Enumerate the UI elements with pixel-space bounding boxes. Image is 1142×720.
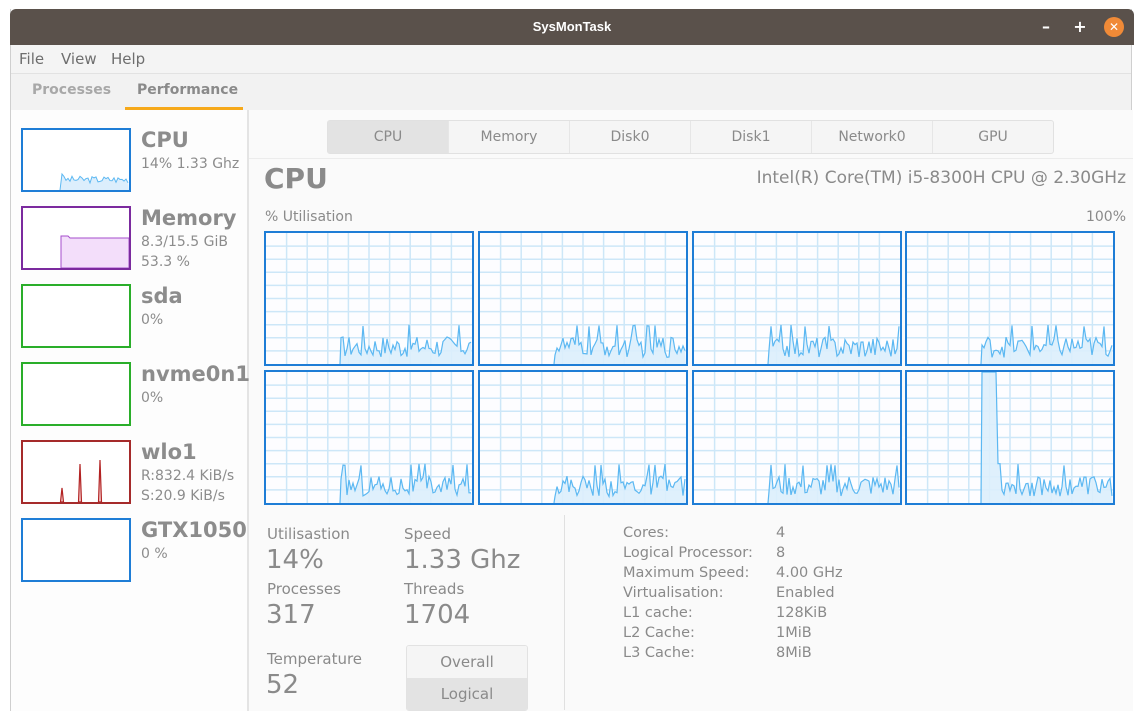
- info-value: 4: [776, 525, 786, 541]
- device-name: Memory: [141, 206, 237, 230]
- menu-file[interactable]: File: [19, 50, 44, 68]
- core-graph: [478, 231, 688, 366]
- device-name: nvme0n1: [141, 362, 250, 386]
- info-value: Enabled: [776, 585, 835, 601]
- device-name: GTX1050: [141, 518, 247, 542]
- tab-cpu[interactable]: CPU: [328, 121, 449, 153]
- info-label: Virtualisation:: [623, 585, 724, 601]
- panel-title: CPU: [264, 162, 328, 195]
- info-value: 4.00 GHz: [776, 565, 843, 581]
- info-value: 128KiB: [776, 605, 828, 621]
- device-stat: 0 %: [141, 546, 168, 562]
- y-axis-label: % Utilisation: [265, 209, 353, 225]
- device-stat: S:20.9 KiB/s: [141, 488, 225, 504]
- graph-spike: [59, 487, 65, 502]
- speed-value: 1.33 Ghz: [404, 545, 521, 575]
- usage-area: [340, 324, 472, 364]
- core-graph: [692, 231, 902, 366]
- usage-area: [768, 325, 900, 364]
- usage-area: [554, 325, 686, 364]
- tab-gpu[interactable]: GPU: [933, 121, 1053, 153]
- device-stat: 0%: [141, 390, 164, 406]
- utilisation-label: Utilisastion: [267, 525, 350, 543]
- core-graph: [905, 231, 1115, 366]
- mini-graph: [21, 128, 131, 192]
- threads-value: 1704: [404, 600, 471, 630]
- tab-disk0[interactable]: Disk0: [570, 121, 691, 153]
- performance-panel: CPU Memory Disk0 Disk1 Network0 GPU CPU Intel…: [249, 110, 1133, 711]
- mini-graph: [21, 440, 131, 504]
- device-name: wlo1: [141, 440, 197, 464]
- processes-label: Processes: [267, 580, 341, 598]
- sidebar-item-wlo1[interactable]: wlo1 R:832.4 KiB/s S:20.9 KiB/s: [21, 440, 245, 508]
- close-button[interactable]: ✕: [1104, 17, 1124, 37]
- cpu-model: Intel(R) Core(TM) i5-8300H CPU @ 2.30GHz: [756, 168, 1126, 188]
- sidebar-item-memory[interactable]: Memory 8.3/15.5 GiB 53.3 %: [21, 206, 245, 274]
- device-sidebar: CPU 14% 1.33 Ghz Memory 8.3/15.5 GiB 53.3 % s…: [11, 110, 250, 711]
- menu-help[interactable]: Help: [111, 50, 145, 68]
- info-label: Logical Processor:: [623, 545, 753, 561]
- info-label: L1 cache:: [623, 605, 693, 621]
- threads-label: Threads: [404, 580, 465, 598]
- graph-spike: [97, 459, 103, 502]
- device-name: CPU: [141, 128, 189, 152]
- graph-fill: [60, 235, 129, 268]
- mini-graph: [21, 206, 131, 270]
- sidebar-item-gtx1050[interactable]: GTX1050 0 %: [21, 518, 247, 586]
- device-name: sda: [141, 284, 183, 308]
- speed-label: Speed: [404, 525, 452, 543]
- device-stat: R:832.4 KiB/s: [141, 468, 235, 484]
- menu-bar: File View Help: [11, 45, 1131, 74]
- logical-button[interactable]: Logical: [407, 678, 527, 710]
- sidebar-item-cpu[interactable]: CPU 14% 1.33 Ghz: [21, 128, 245, 196]
- info-label: Cores:: [623, 525, 669, 541]
- tab-memory[interactable]: Memory: [449, 121, 570, 153]
- info-label: L2 Cache:: [623, 625, 695, 641]
- info-value: 8MiB: [776, 645, 812, 661]
- mini-graph: [21, 362, 131, 426]
- title-bar: SysMonTask – + ✕: [10, 9, 1134, 45]
- app-window: SysMonTask – + ✕ File View Help Processe…: [10, 9, 1134, 711]
- graph-fill: [60, 174, 129, 190]
- temperature-value: 52: [266, 670, 300, 700]
- info-value: 1MiB: [776, 625, 812, 641]
- tab-performance[interactable]: Performance: [137, 82, 238, 98]
- utilisation-value: 14%: [266, 545, 324, 575]
- maximize-button[interactable]: +: [1070, 17, 1090, 37]
- core-graph: [264, 370, 474, 505]
- device-stat: 8.3/15.5 GiB: [141, 234, 228, 250]
- tab-network0[interactable]: Network0: [812, 121, 933, 153]
- y-axis-max: 100%: [1085, 209, 1126, 225]
- graph-mode-toggle: Overall Logical: [406, 645, 528, 711]
- info-label: Maximum Speed:: [623, 565, 750, 581]
- window-title: SysMonTask: [532, 19, 612, 34]
- tab-processes[interactable]: Processes: [32, 82, 111, 98]
- sidebar-item-sda[interactable]: sda 0%: [21, 284, 245, 352]
- info-value: 8: [776, 545, 786, 561]
- divider: [249, 158, 1133, 159]
- menu-view[interactable]: View: [61, 50, 97, 68]
- device-stat: 53.3 %: [141, 254, 190, 270]
- sidebar-item-nvme0n1[interactable]: nvme0n1 0%: [21, 362, 250, 430]
- processes-value: 317: [266, 600, 316, 630]
- temperature-label: Temperature: [267, 650, 363, 668]
- minimize-button[interactable]: –: [1036, 17, 1056, 37]
- overall-button[interactable]: Overall: [407, 646, 527, 678]
- mini-graph: [21, 518, 131, 582]
- core-graph: [905, 370, 1115, 505]
- core-graph: [692, 370, 902, 505]
- core-graph: [478, 370, 688, 505]
- tab-disk1[interactable]: Disk1: [691, 121, 812, 153]
- core-graph: [264, 231, 474, 366]
- divider: [564, 515, 565, 710]
- info-label: L3 Cache:: [623, 645, 695, 661]
- mini-graph: [21, 284, 131, 348]
- device-tabs: CPU Memory Disk0 Disk1 Network0 GPU: [327, 120, 1054, 154]
- device-stat: 0%: [141, 312, 164, 328]
- graph-spike: [77, 463, 83, 502]
- main-tabs: Processes Performance: [11, 74, 1131, 111]
- device-stat: 14% 1.33 Ghz: [141, 156, 240, 172]
